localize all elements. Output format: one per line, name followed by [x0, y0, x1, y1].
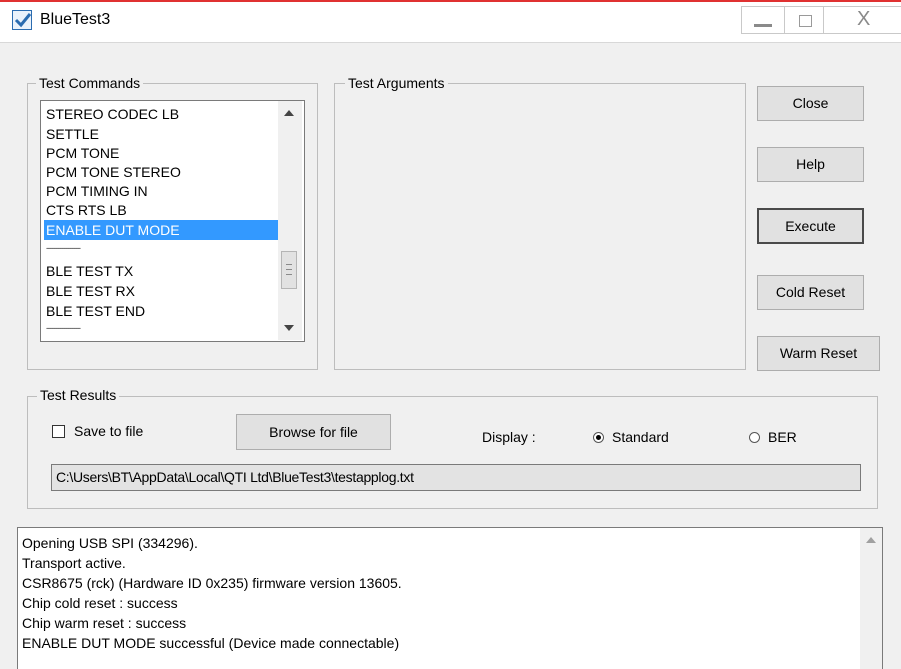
- test-commands-listbox[interactable]: STEREO CODEC LB SETTLE PCM TONE PCM TONE ST…: [40, 100, 305, 342]
- log-line: Transport active.: [22, 555, 126, 571]
- standard-radio-label[interactable]: Standard: [612, 429, 669, 445]
- close-icon: X: [857, 8, 871, 30]
- ber-radio-label[interactable]: BER: [768, 429, 797, 445]
- scroll-thumb[interactable]: [281, 251, 297, 289]
- test-results-label: Test Results: [37, 387, 120, 403]
- standard-radio[interactable]: [593, 432, 604, 443]
- cold-reset-button[interactable]: Cold Reset: [757, 275, 864, 310]
- command-list-item[interactable]: BLE TEST END: [44, 301, 278, 321]
- log-line: Opening USB SPI (334296).: [22, 535, 198, 551]
- window-close-button[interactable]: X: [823, 6, 901, 34]
- test-arguments-group: [334, 83, 746, 370]
- log-line: Chip warm reset : success: [22, 615, 187, 631]
- log-file-path-field[interactable]: C:\Users\BT\AppData\Local\QTI Ltd\BlueTe…: [51, 464, 861, 491]
- log-line: ENABLE DUT MODE successful (Device made …: [22, 635, 400, 651]
- command-list-item[interactable]: PCM TONE: [44, 143, 278, 163]
- command-list-item[interactable]: -----------------: [44, 241, 278, 261]
- command-list-item[interactable]: PCM TIMING IN: [44, 181, 278, 201]
- test-arguments-label: Test Arguments: [345, 75, 448, 91]
- log-line: Chip cold reset : success: [22, 595, 178, 611]
- scroll-up-arrow-icon[interactable]: [284, 110, 294, 116]
- minimize-button[interactable]: [741, 6, 785, 34]
- command-list-item[interactable]: -----------------: [44, 321, 278, 341]
- scroll-down-arrow-icon[interactable]: [284, 325, 294, 331]
- log-output-box[interactable]: Opening USB SPI (334296). Transport acti…: [17, 527, 883, 669]
- command-list-item[interactable]: PCM TONE STEREO: [44, 162, 278, 182]
- test-results-group: [27, 396, 878, 509]
- help-button[interactable]: Help: [757, 147, 864, 182]
- test-commands-label: Test Commands: [36, 75, 144, 91]
- browse-for-file-button[interactable]: Browse for file: [236, 414, 391, 450]
- warm-reset-button[interactable]: Warm Reset: [757, 336, 880, 371]
- command-list-item[interactable]: SETTLE: [44, 124, 278, 144]
- log-scroll-up-arrow-icon[interactable]: [866, 537, 876, 543]
- commands-scrollbar[interactable]: [278, 101, 302, 340]
- command-list-item[interactable]: ENABLE DUT MODE: [44, 220, 278, 240]
- command-list-item[interactable]: CTS RTS LB: [44, 200, 278, 220]
- command-list-item[interactable]: STEREO CODEC LB: [44, 104, 278, 124]
- ber-radio[interactable]: [749, 432, 760, 443]
- log-scrollbar[interactable]: [860, 528, 882, 669]
- command-list-item[interactable]: BLE TEST TX: [44, 261, 278, 281]
- save-to-file-checkbox[interactable]: [52, 425, 65, 438]
- app-check-icon: [12, 10, 32, 30]
- window-title: BlueTest3: [40, 11, 111, 28]
- save-to-file-label[interactable]: Save to file: [74, 423, 143, 439]
- log-line: CSR8675 (rck) (Hardware ID 0x235) firmwa…: [22, 575, 402, 591]
- maximize-button[interactable]: [784, 6, 824, 34]
- close-button[interactable]: Close: [757, 86, 864, 121]
- display-label: Display :: [482, 429, 536, 445]
- command-list-item[interactable]: BLE TEST RX: [44, 281, 278, 301]
- execute-button[interactable]: Execute: [757, 208, 864, 244]
